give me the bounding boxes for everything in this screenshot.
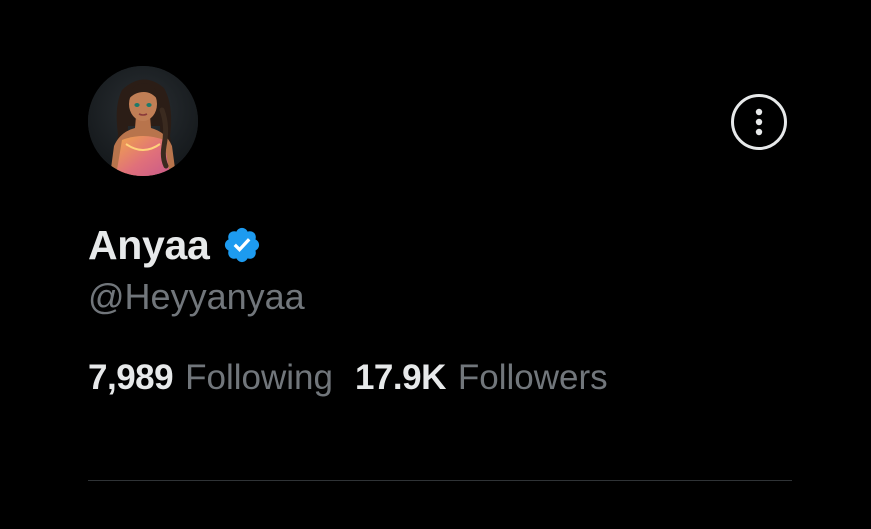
followers-link[interactable]: 17.9K Followers <box>355 356 608 400</box>
divider <box>88 480 792 481</box>
followers-label: Followers <box>457 358 608 397</box>
profile-handle: @Heyyanyaa <box>88 276 305 317</box>
following-count: 7,989 <box>88 358 174 397</box>
profile-card: Anyaa @Heyyanyaa 7,989 Following 17.9K F… <box>0 0 871 529</box>
display-name: Anyaa <box>88 221 210 268</box>
following-link[interactable]: 7,989 Following <box>88 356 333 400</box>
followers-count: 17.9K <box>354 358 446 397</box>
avatar-image <box>88 66 198 176</box>
verified-badge-icon[interactable] <box>222 225 262 265</box>
follow-stats: 7,989 Following 17.9K Followers <box>88 356 608 400</box>
following-label: Following <box>185 358 333 397</box>
more-options-button[interactable] <box>731 94 787 150</box>
name-row: Anyaa <box>88 220 262 270</box>
avatar[interactable] <box>88 66 198 176</box>
more-options-icon <box>755 108 763 136</box>
